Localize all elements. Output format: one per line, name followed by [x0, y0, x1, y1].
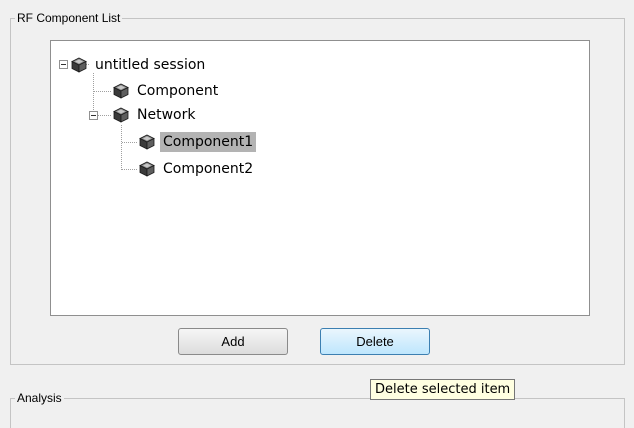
network-collapse-toggle[interactable] — [89, 111, 98, 120]
tree-node-label: Component2 — [163, 161, 254, 177]
analysis-group — [10, 398, 625, 428]
cube-icon — [139, 134, 155, 150]
tree-node-untitled-session[interactable]: untitled session — [71, 54, 208, 76]
analysis-title: Analysis — [15, 391, 64, 405]
tree-node-label: Component — [137, 83, 219, 99]
cube-icon — [113, 107, 129, 123]
cube-icon — [71, 57, 87, 73]
cube-icon — [139, 161, 155, 177]
root-collapse-toggle[interactable] — [59, 60, 68, 69]
tree-node-label: untitled session — [95, 57, 206, 73]
tree-node-component1[interactable]: Component1 — [139, 131, 257, 153]
rf-component-list-title: RF Component List — [15, 11, 123, 25]
tree-node-component[interactable]: Component — [113, 80, 221, 102]
delete-tooltip: Delete selected item — [370, 379, 516, 400]
tree-node-label: Network — [137, 107, 196, 123]
tree-node-component2[interactable]: Component2 — [139, 158, 256, 180]
cube-icon — [113, 83, 129, 99]
delete-button[interactable]: Delete — [320, 328, 430, 355]
tree-node-label-selected: Component1 — [160, 132, 257, 152]
add-button[interactable]: Add — [178, 328, 288, 355]
component-tree[interactable]: untitled session Component Network Compo… — [50, 40, 590, 316]
tree-node-network[interactable]: Network — [113, 104, 198, 126]
